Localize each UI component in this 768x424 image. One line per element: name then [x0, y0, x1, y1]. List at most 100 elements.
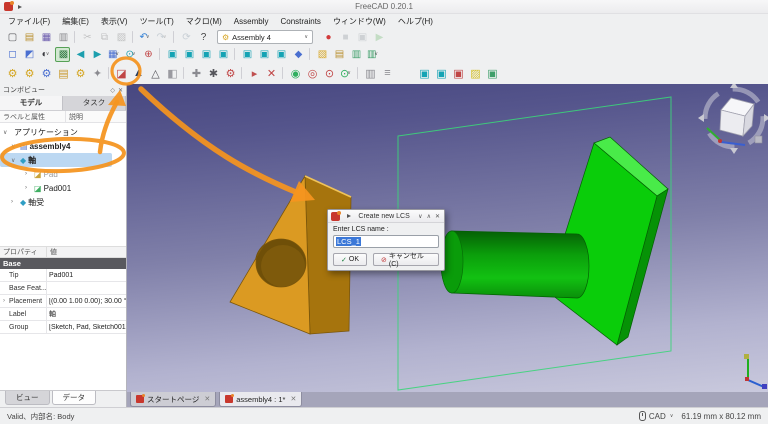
macro-debug-button[interactable]: ▣ [354, 30, 369, 45]
textured-view-button[interactable]: ▩ [55, 46, 70, 62]
menu-constraints[interactable]: Constraints [274, 14, 326, 28]
cut-button[interactable]: ✂ [79, 30, 94, 45]
zoom-selection-button[interactable]: ⊙ [321, 66, 336, 81]
nav-back-button[interactable]: ◀ [72, 47, 87, 62]
property-row-tip[interactable]: Tip Pad001 [0, 269, 126, 282]
zoom-button[interactable]: ⊙ ∨ [123, 47, 138, 62]
tree-expander[interactable]: › [25, 185, 32, 191]
make-link-button[interactable]: ▥ [348, 47, 363, 62]
insert-part-button[interactable]: ⚙ [21, 66, 36, 81]
macro-record-button[interactable]: ● [320, 30, 335, 45]
new-lcs-button[interactable]: ▲ [130, 66, 145, 81]
navigation-cube[interactable] [698, 84, 768, 154]
show-lcs-button[interactable]: ◉ [287, 66, 302, 81]
doc-tab-start-page[interactable]: スタートページ ✕ [130, 392, 217, 407]
menu-macro[interactable]: マクロ(M) [180, 14, 228, 28]
create-part-button[interactable]: ▧ [314, 47, 329, 62]
lcs-name-input[interactable]: LCS_1 [333, 235, 439, 248]
property-row-group[interactable]: Group [Sketch, Pad, Sketch001 ...] [0, 321, 126, 334]
menu-tools[interactable]: ツール(T) [134, 14, 180, 28]
green-shaft-part[interactable] [440, 136, 669, 346]
tree-expander[interactable]: ∨ [3, 129, 10, 136]
doc-tab-assembly4[interactable]: assembly4 : 1* ✕ [219, 392, 303, 407]
close-icon[interactable]: ✕ [204, 395, 210, 403]
open-file-button[interactable]: ▤ [21, 30, 36, 45]
undo-button[interactable]: ↶ ∨ [137, 30, 152, 45]
copy-button[interactable]: ⧉ [96, 30, 111, 45]
menu-assembly[interactable]: Assembly [228, 14, 275, 28]
insert-fastener-button[interactable]: ⚙ [38, 66, 53, 81]
close-panel-icon[interactable]: ✕ [118, 87, 123, 94]
tab-view-properties[interactable]: ビュー [5, 391, 50, 405]
bom-button[interactable]: ▥ [362, 66, 377, 81]
paste-button[interactable]: ▨ [113, 30, 128, 45]
save-button[interactable]: ▦ [38, 30, 53, 45]
open-document-button[interactable]: ▤ [55, 66, 70, 81]
tree-expander[interactable]: › [11, 199, 18, 205]
close-icon[interactable]: ✕ [434, 213, 441, 220]
tab-data-properties[interactable]: データ [51, 391, 96, 405]
nav-style-selector[interactable]: CAD [649, 412, 666, 421]
info-button[interactable]: ≡ [379, 66, 394, 81]
print-button[interactable]: ▥ [55, 30, 70, 45]
view-axonometric-button[interactable]: ▣ [164, 47, 179, 62]
draw-style-button[interactable]: ◐ ∨ [38, 47, 53, 62]
new-file-button[interactable]: ▢ [4, 30, 19, 45]
tree-item-axis[interactable]: ∨ ◆ 軸 [0, 153, 112, 167]
property-row-label[interactable]: Label 軸 [0, 308, 126, 321]
sketch-create-button[interactable]: ▨ [467, 66, 482, 81]
chevron-down-icon[interactable]: ∨ [670, 413, 674, 419]
view-rear-button[interactable]: ▣ [239, 47, 254, 62]
tree-item-application[interactable]: ∨ アプリケーション [0, 125, 126, 139]
view-left-button[interactable]: ▣ [273, 47, 288, 62]
menu-windows[interactable]: ウィンドウ(W) [327, 14, 392, 28]
variant-link-button[interactable]: ⚙ [72, 66, 87, 81]
tree-expander[interactable]: ∨ [11, 157, 18, 164]
datum-plane-button[interactable]: ◧ [164, 66, 179, 81]
menu-file[interactable]: ファイル(F) [2, 14, 56, 28]
float-panel-icon[interactable]: ◇ [110, 87, 115, 94]
tree-item-bearing[interactable]: › ◆ 軸受 [0, 195, 126, 209]
tree-expander[interactable]: › [25, 171, 32, 177]
viewport-3d[interactable] [127, 84, 768, 392]
nav-style-button[interactable]: ▦ ∨ [106, 47, 121, 62]
tree-item-pad001[interactable]: › ◪ Pad001 [0, 181, 126, 195]
whats-this-button[interactable]: ? [195, 30, 210, 45]
datum-point-button[interactable]: ✦ [89, 66, 104, 81]
cancel-button[interactable]: ⊘ キャンセル(C) [373, 253, 439, 268]
property-row-base-feature[interactable]: Base Feat... [0, 282, 126, 295]
tab-tasks[interactable]: タスク [63, 96, 126, 110]
new-sketch-button[interactable]: ◪ [113, 66, 128, 81]
draft-button[interactable]: ▣ [484, 66, 499, 81]
primitive-cube-button[interactable]: ▣ [450, 66, 465, 81]
fit-all-button[interactable]: ⊕ [140, 47, 155, 62]
property-row-placement[interactable]: ›Placement [(0.00 1.00 0.00); 30.00 °; (… [0, 295, 126, 308]
tab-model[interactable]: モデル [0, 96, 63, 110]
box-selection-button[interactable]: ◻ [4, 47, 19, 62]
dialog-title-bar[interactable]: Create new LCS ∨ ∧ ✕ [328, 210, 444, 223]
attach-part-button[interactable]: ✱ [205, 66, 220, 81]
release-attachment-button[interactable]: ✕ [263, 66, 278, 81]
menu-edit[interactable]: 編集(E) [56, 14, 95, 28]
shade-icon[interactable]: ∨ [417, 213, 423, 220]
macro-stop-button[interactable]: ■ [337, 30, 352, 45]
redo-button[interactable]: ↷ ∨ [154, 30, 169, 45]
tree-item-assembly4[interactable]: ∨ ▤ assembly4 [0, 139, 126, 153]
solve-constraints-button[interactable]: ⚙ [222, 66, 237, 81]
make-sub-link-button[interactable]: ▥ ∨ [365, 47, 380, 62]
close-icon[interactable]: ✕ [290, 395, 296, 403]
view-bottom-button[interactable]: ▣ [256, 47, 271, 62]
nav-forward-button[interactable]: ▶ [89, 47, 104, 62]
menu-help[interactable]: ヘルプ(H) [392, 14, 439, 28]
workbench-selector[interactable]: ⚙ Assembly 4 ∨ [217, 30, 313, 44]
macro-play-button[interactable]: ▶ [371, 30, 386, 45]
body-create-button[interactable]: ▣ [433, 66, 448, 81]
view-front-button[interactable]: ▣ [181, 47, 196, 62]
create-group-button[interactable]: ▤ [331, 47, 346, 62]
unshade-icon[interactable]: ∧ [426, 213, 432, 220]
animate-assembly-button[interactable]: ▸ [246, 66, 261, 81]
move-part-button[interactable]: ✚ [188, 66, 203, 81]
part-workbench-button[interactable]: ▣ [416, 66, 431, 81]
box-element-selection-button[interactable]: ◩ [21, 47, 36, 62]
zoom-fit-button[interactable]: ⊙ ∨ [338, 66, 353, 81]
